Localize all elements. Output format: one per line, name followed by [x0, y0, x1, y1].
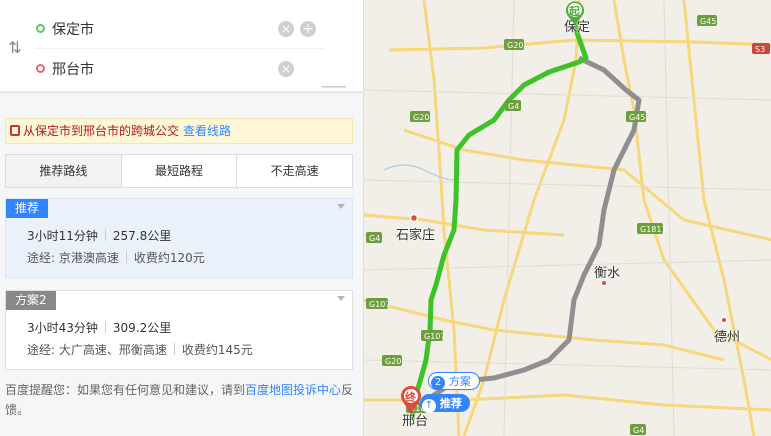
- notice-prefix: 百度提醒您：如果您有任何意见和建议，请到: [5, 383, 246, 397]
- swap-direction-icon[interactable]: ⇅: [6, 38, 24, 58]
- road-label: G20: [385, 357, 401, 366]
- shijiazhuang-dot-icon: [409, 213, 419, 223]
- plan-details: 途经: 京港澳高速 收费约120元: [27, 249, 205, 266]
- start-marker-icon[interactable]: 起: [564, 0, 586, 26]
- plan-tag: 推荐: [6, 199, 49, 218]
- plan-via: 大广高速、邢衡高速: [58, 343, 167, 357]
- tab-recommended[interactable]: 推荐路线: [6, 155, 122, 187]
- map-roads-svg: G45 G20 G4 S3 G45 G20 G1811 G107 G20 G4 …: [364, 0, 771, 436]
- plan-via-prefix: 途经:: [27, 251, 56, 265]
- destination-input[interactable]: [52, 58, 272, 80]
- plan-summary: 3小时11分钟 257.8公里: [27, 227, 171, 244]
- route-plan-2[interactable]: 方案2 3小时43分钟 309.2公里 途经: 大广高速、邢衡高速 收费约145元: [5, 290, 353, 370]
- tab-no-highway[interactable]: 不走高速: [237, 155, 352, 187]
- plan2-bubble-label: 方案: [448, 375, 471, 388]
- road-label: G4: [633, 426, 644, 435]
- plan-tag: 方案2: [6, 291, 56, 310]
- end-marker-icon[interactable]: 终: [400, 385, 422, 415]
- bus-tip-text: 从保定市到邢台市的跨城公交: [23, 124, 180, 138]
- city-label-dezhou: 德州: [714, 330, 741, 345]
- origin-input[interactable]: [52, 18, 272, 40]
- city-label-hengshui: 衡水: [594, 266, 621, 281]
- bus-icon: [10, 125, 20, 136]
- complaint-center-link[interactable]: 百度地图投诉中心: [245, 383, 341, 397]
- clear-destination-icon[interactable]: ×: [278, 61, 294, 77]
- plan-distance: 309.2公里: [112, 321, 172, 335]
- add-waypoint-icon[interactable]: +: [300, 21, 316, 37]
- map-canvas[interactable]: G45 G20 G4 S3 G45 G20 G1811 G107 G20 G4 …: [363, 0, 771, 436]
- plan-via: 京港澳高速: [58, 251, 119, 265]
- road-label: G4: [369, 234, 380, 243]
- intercity-bus-tip: 从保定市到邢台市的跨城公交 查看线路: [5, 118, 353, 144]
- recommend-bubble-label: 推荐: [439, 397, 462, 410]
- destination-dot-icon: [36, 64, 45, 73]
- road-label: G45: [700, 17, 716, 26]
- tab-shortest[interactable]: 最短路程: [122, 155, 238, 187]
- route-input-box: ⇅ × + ×: [0, 0, 363, 92]
- plan-toll: 收费约145元: [181, 343, 253, 357]
- plan2-number-badge: 2: [431, 376, 445, 390]
- divider: [104, 229, 106, 241]
- road-label: G1811: [640, 225, 667, 234]
- route-plan-recommended[interactable]: 推荐 3小时11分钟 257.8公里 途经: 京港澳高速 收费约120元: [5, 198, 353, 278]
- plan2-map-bubble[interactable]: 2 方案: [428, 372, 480, 390]
- road-label: G107: [369, 300, 390, 309]
- collapse-handle-icon[interactable]: [322, 86, 346, 88]
- expand-caret-icon[interactable]: [337, 204, 345, 209]
- feedback-notice: 百度提醒您：如果您有任何意见和建议，请到百度地图投诉中心反馈。: [5, 380, 355, 420]
- recommend-map-bubble[interactable]: ↑ 推荐: [420, 394, 470, 413]
- plan-time: 3小时43分钟: [27, 321, 98, 335]
- plan-toll: 收费约120元: [133, 251, 205, 265]
- road-label: G20: [507, 41, 523, 50]
- river-line: [383, 164, 455, 181]
- origin-row: × +: [34, 9, 324, 49]
- expand-caret-icon[interactable]: [337, 296, 345, 301]
- plan-details: 途经: 大广高速、邢衡高速 收费约145元: [27, 341, 253, 358]
- recommended-route-line[interactable]: [409, 4, 589, 421]
- road-label: G4: [508, 102, 519, 111]
- divider: [104, 321, 106, 333]
- hengshui-dot-icon: [601, 280, 607, 286]
- road-label: G107: [424, 332, 445, 341]
- road-label: G45: [629, 113, 645, 122]
- end-marker-label: 终: [405, 391, 416, 404]
- destination-row: ×: [34, 49, 324, 89]
- origin-dot-icon: [36, 24, 45, 33]
- plan-via-prefix: 途经:: [27, 343, 56, 357]
- road-label: G20: [413, 113, 429, 122]
- route-panel: ⇅ × + × 从保定市到邢台市的跨城公交查看线路 推荐路线 最短路程 不走高速…: [0, 0, 363, 436]
- plan-summary: 3小时43分钟 309.2公里: [27, 319, 171, 336]
- plan-time: 3小时11分钟: [27, 229, 98, 243]
- start-marker-label: 起: [569, 5, 580, 18]
- divider: [125, 251, 127, 263]
- road-label: S3: [755, 45, 765, 54]
- view-bus-route-link[interactable]: 查看线路: [183, 124, 231, 138]
- recommend-badge-icon: ↑: [422, 399, 436, 413]
- plan-distance: 257.8公里: [112, 229, 172, 243]
- dezhou-dot-icon: [721, 317, 727, 323]
- divider: [173, 343, 175, 355]
- clear-origin-icon[interactable]: ×: [278, 21, 294, 37]
- route-strategy-tabs: 推荐路线 最短路程 不走高速: [5, 154, 353, 188]
- city-label-shijiazhuang: 石家庄: [396, 228, 436, 243]
